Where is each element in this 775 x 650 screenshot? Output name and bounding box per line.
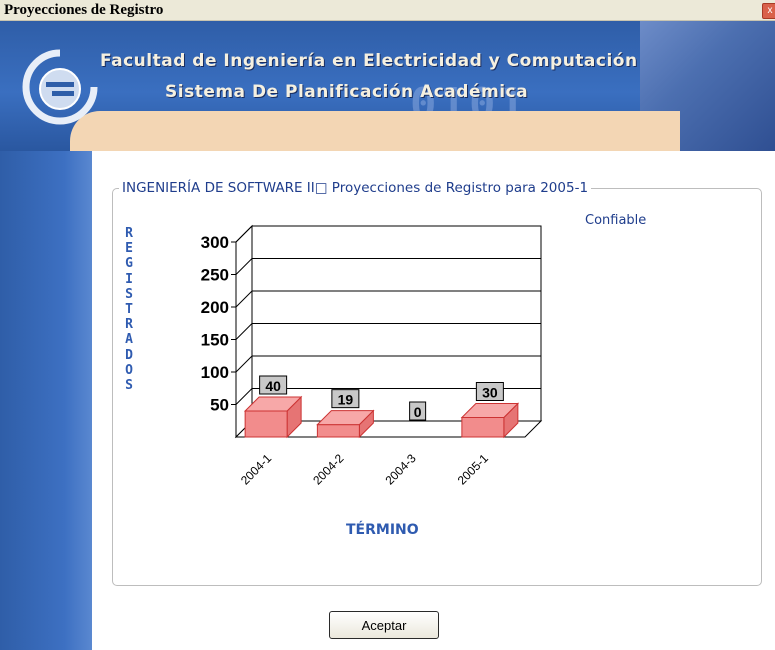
y-tick-label: 150 xyxy=(201,331,229,350)
y-tick-label: 50 xyxy=(210,396,229,415)
data-label: 30 xyxy=(482,385,498,401)
y-tick-label: 100 xyxy=(201,363,229,382)
y-tick-label: 200 xyxy=(201,298,229,317)
x-tick-label: 2004-1 xyxy=(238,451,275,488)
bar xyxy=(244,410,288,438)
data-label: 0 xyxy=(414,404,422,420)
x-tick-label: 2004-2 xyxy=(310,451,347,488)
data-label: 40 xyxy=(265,378,281,394)
x-tick-label: 2005-1 xyxy=(455,451,492,488)
accept-button[interactable]: Aceptar xyxy=(329,611,439,639)
y-tick-label: 300 xyxy=(201,233,229,252)
y-tick-label: 250 xyxy=(201,266,229,285)
data-label: 19 xyxy=(338,392,354,408)
bar xyxy=(316,424,360,438)
registration-bar-chart: 50 100 150 200 250 300 40 2004-1 19 2004-2 0 2004-3… xyxy=(201,224,543,488)
x-tick-label: 2004-3 xyxy=(382,451,419,488)
bar xyxy=(461,417,505,438)
